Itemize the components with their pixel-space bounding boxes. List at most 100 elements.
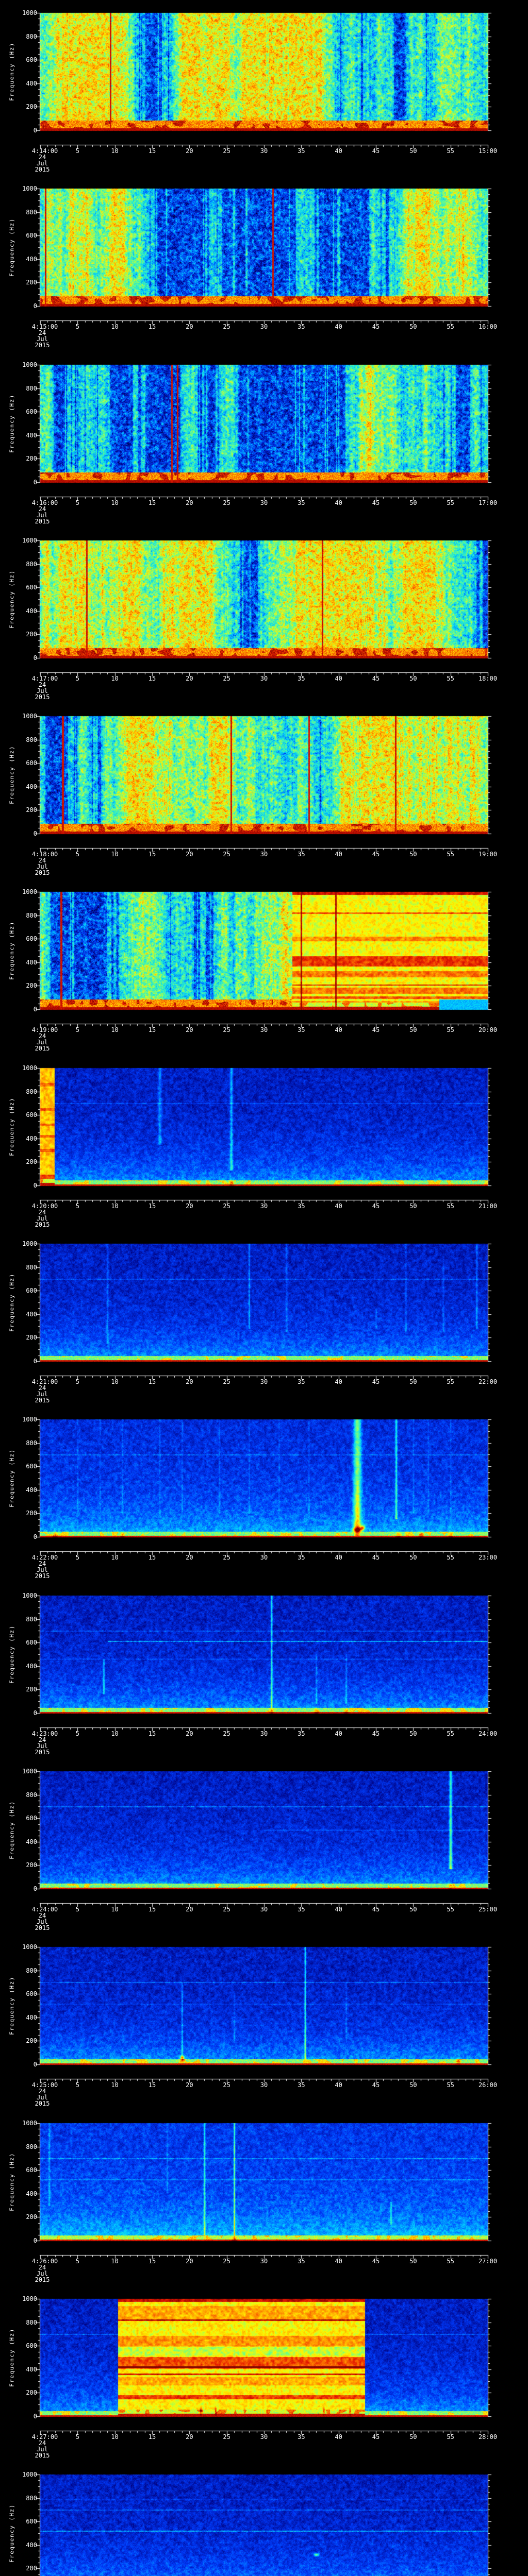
y-axis-title: Frequency (Hz) xyxy=(8,2504,15,2563)
y-tick-label: 800 xyxy=(26,384,37,392)
x-tick-label: 15 xyxy=(148,323,156,330)
x-tick-label: 40 xyxy=(335,675,342,682)
x-tick-label: 55 xyxy=(447,147,454,155)
x-tick-label: 50 xyxy=(409,1730,417,1737)
date-label: 24 Jul 2015 xyxy=(24,682,60,700)
y-tick-label: 0 xyxy=(33,1006,37,1013)
x-tick-label: 20 xyxy=(186,499,193,506)
x-tick-label: 25 xyxy=(223,499,230,506)
x-tick-label: 25 xyxy=(223,2433,230,2441)
x-tick-label: 50 xyxy=(409,851,417,858)
x-tick-label: 45 xyxy=(372,1378,380,1385)
y-tick-label: 200 xyxy=(26,2037,37,2045)
y-tick-label: 800 xyxy=(26,2494,37,2502)
x-axis-end-timestamp: 15:00 xyxy=(478,147,498,155)
y-tick-label: 400 xyxy=(26,2013,37,2021)
x-tick-label: 40 xyxy=(335,2258,342,2265)
y-tick-label: 200 xyxy=(26,103,37,111)
y-tick-label: 600 xyxy=(26,935,37,943)
y-tick-label: 1000 xyxy=(22,713,37,720)
y-tick-label: 800 xyxy=(26,1615,37,1623)
y-tick-label: 1000 xyxy=(22,9,37,16)
x-tick-label: 10 xyxy=(111,675,119,682)
x-tick-label: 15 xyxy=(148,851,156,858)
x-tick-label: 15 xyxy=(148,2433,156,2441)
y-tick-label: 800 xyxy=(26,1263,37,1271)
x-tick-label: 35 xyxy=(298,2081,305,2089)
y-tick-label: 400 xyxy=(26,2190,37,2197)
y-axis-title: Frequency (Hz) xyxy=(8,1273,15,1332)
y-tick-label: 200 xyxy=(26,2389,37,2397)
x-tick-label: 25 xyxy=(223,323,230,330)
x-tick-label: 10 xyxy=(111,1202,119,1210)
x-tick-label: 30 xyxy=(260,1554,268,1561)
x-tick-label: 30 xyxy=(260,851,268,858)
y-tick-label: 0 xyxy=(33,1885,37,1892)
y-tick-label: 0 xyxy=(33,2061,37,2068)
x-tick-label: 55 xyxy=(447,851,454,858)
spectrogram-canvas xyxy=(0,2462,528,2576)
y-tick-label: 800 xyxy=(26,1967,37,1974)
date-line-2: 2015 xyxy=(35,1572,50,1580)
x-tick-label: 25 xyxy=(223,1906,230,1913)
x-tick-label: 45 xyxy=(372,2258,380,2265)
spectrogram-panel-hour-9: Frequency (Hz) 0 200 400 600 800 1000 4:22:00 5 1… xyxy=(0,1406,528,1582)
x-tick-label: 15 xyxy=(148,1378,156,1385)
x-tick-label: 50 xyxy=(409,1554,417,1561)
y-tick-label: 0 xyxy=(33,654,37,662)
spectrogram-panel-hour-2: Frequency (Hz) 0 200 400 600 800 1000 4:15:00 5 1… xyxy=(0,176,528,351)
x-tick-label: 25 xyxy=(223,1378,230,1385)
x-tick-label: 25 xyxy=(223,2081,230,2089)
date-label: 24 Jul 2015 xyxy=(24,2440,60,2459)
y-tick-label: 600 xyxy=(26,1111,37,1119)
x-tick-label: 15 xyxy=(148,1906,156,1913)
x-tick-label: 10 xyxy=(111,2258,119,2265)
x-tick-label: 5 xyxy=(75,1554,79,1561)
y-tick-label: 200 xyxy=(26,1510,37,1517)
y-tick-label: 200 xyxy=(26,279,37,286)
x-tick-label: 55 xyxy=(447,1378,454,1385)
x-tick-label: 30 xyxy=(260,147,268,155)
x-tick-label: 35 xyxy=(298,147,305,155)
x-tick-label: 35 xyxy=(298,1554,305,1561)
x-axis-end-timestamp: 18:00 xyxy=(478,675,498,682)
y-tick-label: 400 xyxy=(26,1134,37,1142)
x-tick-label: 40 xyxy=(335,2081,342,2089)
x-tick-label: 30 xyxy=(260,2258,268,2265)
x-tick-label: 50 xyxy=(409,2433,417,2441)
x-axis-end-timestamp: 24:00 xyxy=(478,1730,498,1737)
y-tick-label: 200 xyxy=(26,2565,37,2572)
x-tick-label: 20 xyxy=(186,323,193,330)
x-tick-label: 35 xyxy=(298,323,305,330)
x-tick-label: 5 xyxy=(75,675,79,682)
x-axis-end-timestamp: 22:00 xyxy=(478,1378,498,1385)
x-tick-label: 25 xyxy=(223,851,230,858)
x-tick-label: 50 xyxy=(409,323,417,330)
y-tick-label: 600 xyxy=(26,56,37,64)
y-tick-label: 800 xyxy=(26,1439,37,1447)
y-tick-label: 200 xyxy=(26,806,37,814)
y-tick-label: 0 xyxy=(33,479,37,486)
x-tick-label: 40 xyxy=(335,1730,342,1737)
x-tick-label: 35 xyxy=(298,2433,305,2441)
x-tick-label: 20 xyxy=(186,2258,193,2265)
x-axis-end-timestamp: 20:00 xyxy=(478,1026,498,1033)
x-tick-label: 55 xyxy=(447,323,454,330)
x-tick-label: 50 xyxy=(409,675,417,682)
x-tick-label: 50 xyxy=(409,1202,417,1210)
x-tick-label: 10 xyxy=(111,499,119,506)
x-tick-label: 5 xyxy=(75,323,79,330)
y-tick-label: 1000 xyxy=(22,537,37,544)
x-tick-label: 30 xyxy=(260,2433,268,2441)
x-axis-end-timestamp: 17:00 xyxy=(478,499,498,506)
y-tick-label: 400 xyxy=(26,958,37,966)
x-axis-end-timestamp: 26:00 xyxy=(478,2081,498,2089)
x-tick-label: 55 xyxy=(447,2433,454,2441)
spectrogram-panel-hour-13: Frequency (Hz) 0 200 400 600 800 1000 4:26:00 5 1… xyxy=(0,2110,528,2286)
y-tick-label: 400 xyxy=(26,1486,37,1494)
y-tick-label: 1000 xyxy=(22,2295,37,2302)
x-tick-label: 35 xyxy=(298,675,305,682)
y-tick-label: 400 xyxy=(26,2541,37,2549)
x-tick-label: 25 xyxy=(223,1730,230,1737)
y-axis-title: Frequency (Hz) xyxy=(8,2328,15,2387)
